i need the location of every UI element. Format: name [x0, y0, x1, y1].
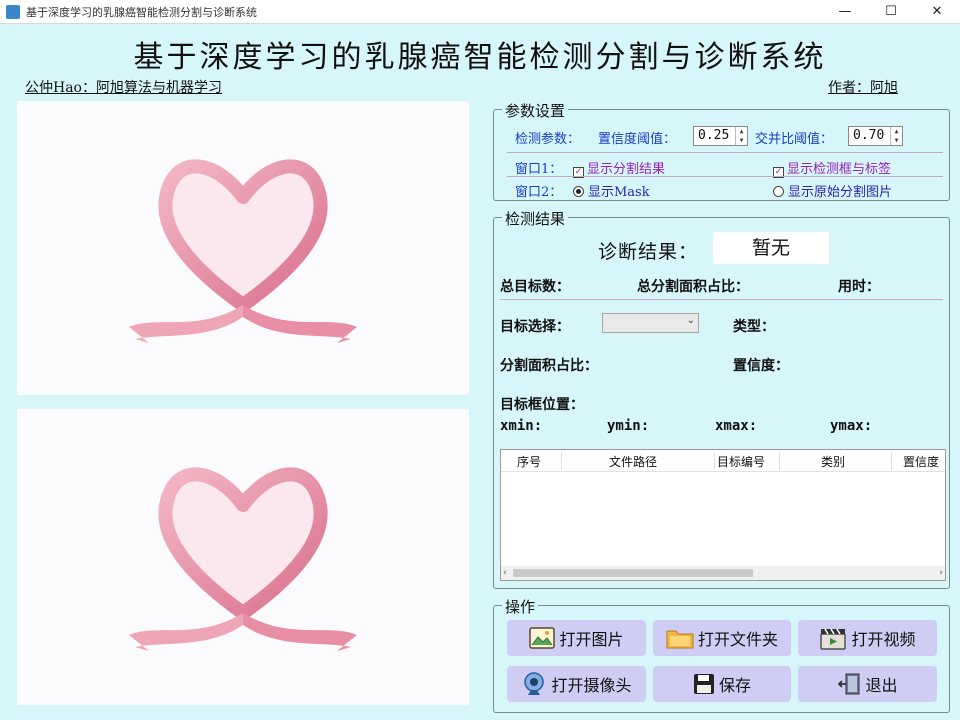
ymax-label: ymax: — [830, 418, 873, 434]
open-camera-button[interactable]: 打开摄像头 — [507, 666, 646, 702]
image-window-2 — [17, 409, 469, 705]
xmin-label: xmin: — [500, 418, 543, 434]
target-select-label: 目标选择： — [500, 319, 570, 335]
show-box-label: 显示检测框与标签 — [787, 162, 892, 177]
show-seg-checkbox[interactable]: ✓ 显示分割结果 — [573, 158, 665, 178]
column-divider — [891, 452, 892, 470]
minimize-button[interactable]: — — [822, 0, 868, 24]
video-clapper-icon — [820, 628, 847, 650]
window2-label: 窗口2： — [515, 185, 563, 200]
confidence-label: 置信度： — [733, 358, 789, 374]
column-divider — [714, 452, 715, 470]
ymin-label: ymin: — [607, 418, 650, 434]
window-title: 基于深度学习的乳腺癌智能检测分割与诊断系统 — [26, 6, 257, 19]
col-header-filepath[interactable]: 文件路径 — [609, 453, 657, 470]
author-link[interactable]: 作者：阿旭 — [828, 77, 898, 97]
chevron-down-icon[interactable]: ⌄ — [687, 315, 695, 326]
col-header-confidence[interactable]: 置信度 — [903, 453, 939, 470]
close-button[interactable]: ✕ — [914, 0, 960, 24]
conf-threshold-label: 置信度阈值： — [598, 132, 677, 147]
open-image-label: 打开图片 — [559, 630, 624, 649]
pink-ribbon-logo — [129, 467, 357, 651]
time-used-label: 用时： — [838, 279, 880, 295]
box-position-label: 目标框位置： — [500, 397, 584, 413]
page-title: 基于深度学习的乳腺癌智能检测分割与诊断系统 — [133, 40, 827, 75]
column-divider — [779, 452, 780, 470]
exit-label: 退出 — [865, 676, 898, 695]
window-titlebar: 基于深度学习的乳腺癌智能检测分割与诊断系统 — ☐ ✕ — [0, 0, 960, 24]
iou-threshold-value: 0.70 — [853, 128, 885, 143]
params-group-title: 参数设置 — [502, 100, 569, 121]
show-mask-label: 显示Mask — [588, 185, 650, 200]
scrollbar-thumb[interactable] — [513, 569, 753, 577]
iou-threshold-spinbox[interactable]: 0.70 ▲ ▼ — [848, 126, 903, 146]
floppy-disk-icon — [693, 674, 714, 694]
actions-group-title: 操作 — [502, 596, 539, 617]
folder-icon — [666, 630, 694, 649]
wechat-link[interactable]: 公仲Hao：阿旭算法与机器学习 — [25, 77, 222, 97]
target-select-dropdown[interactable]: ⌄ — [602, 313, 699, 333]
open-folder-label: 打开文件夹 — [697, 630, 778, 649]
total-area-label: 总分割面积占比： — [637, 279, 749, 295]
exit-button[interactable]: 退出 — [798, 666, 937, 702]
params-divider-2 — [507, 176, 943, 177]
save-button[interactable]: 保存 — [653, 666, 791, 702]
results-table[interactable]: 序号 文件路径 目标编号 类别 置信度 ‹ › — [500, 449, 946, 581]
iou-threshold-label: 交并比阈值： — [755, 132, 834, 147]
diagnosis-value: 暂无 — [713, 232, 829, 264]
open-video-button[interactable]: 打开视频 — [798, 620, 937, 656]
col-header-class[interactable]: 类别 — [821, 453, 845, 470]
show-box-checkbox[interactable]: ✓ 显示检测框与标签 — [773, 158, 891, 178]
save-label: 保存 — [718, 676, 751, 695]
diagnosis-label: 诊断结果： — [598, 241, 699, 263]
col-header-target-id[interactable]: 目标编号 — [717, 453, 765, 470]
results-group-title: 检测结果 — [502, 208, 569, 229]
total-targets-label: 总目标数： — [500, 279, 570, 295]
horizontal-scrollbar[interactable]: ‹ › — [501, 566, 945, 580]
open-folder-button[interactable]: 打开文件夹 — [653, 620, 791, 656]
params-divider — [507, 152, 943, 153]
image-window-1 — [17, 101, 469, 395]
column-divider — [561, 452, 562, 470]
radio-unselected-icon[interactable] — [773, 186, 784, 197]
spin-arrows-icon[interactable]: ▲ ▼ — [735, 127, 747, 145]
app-icon — [6, 5, 20, 19]
maximize-button[interactable]: ☐ — [868, 0, 914, 24]
scroll-right-icon[interactable]: › — [939, 566, 943, 580]
area-ratio-label: 分割面积占比： — [500, 358, 598, 374]
conf-threshold-spinbox[interactable]: 0.25 ▲ ▼ — [693, 126, 748, 146]
xmax-label: xmax: — [715, 418, 758, 434]
conf-threshold-value: 0.25 — [698, 128, 730, 143]
show-seg-label: 显示分割结果 — [587, 162, 666, 177]
show-original-label: 显示原始分割图片 — [788, 185, 893, 200]
exit-door-icon — [838, 673, 860, 695]
open-image-button[interactable]: 打开图片 — [507, 620, 646, 656]
table-header: 序号 文件路径 目标编号 类别 置信度 — [501, 450, 945, 472]
open-video-label: 打开视频 — [851, 630, 916, 649]
window1-label: 窗口1： — [515, 162, 563, 177]
open-camera-label: 打开摄像头 — [551, 676, 632, 695]
results-divider — [500, 299, 943, 300]
detect-params-label: 检测参数： — [515, 132, 581, 147]
show-original-radio[interactable]: 显示原始分割图片 — [773, 181, 892, 200]
pink-ribbon-logo — [129, 159, 357, 343]
spin-arrows-icon[interactable]: ▲ ▼ — [890, 127, 902, 145]
radio-selected-icon[interactable] — [573, 186, 584, 197]
type-label: 类型： — [733, 319, 775, 335]
scroll-left-icon[interactable]: ‹ — [503, 566, 507, 580]
col-header-index[interactable]: 序号 — [517, 453, 541, 470]
image-icon — [529, 627, 556, 649]
show-mask-radio[interactable]: 显示Mask — [573, 181, 650, 200]
webcam-icon — [524, 672, 545, 695]
